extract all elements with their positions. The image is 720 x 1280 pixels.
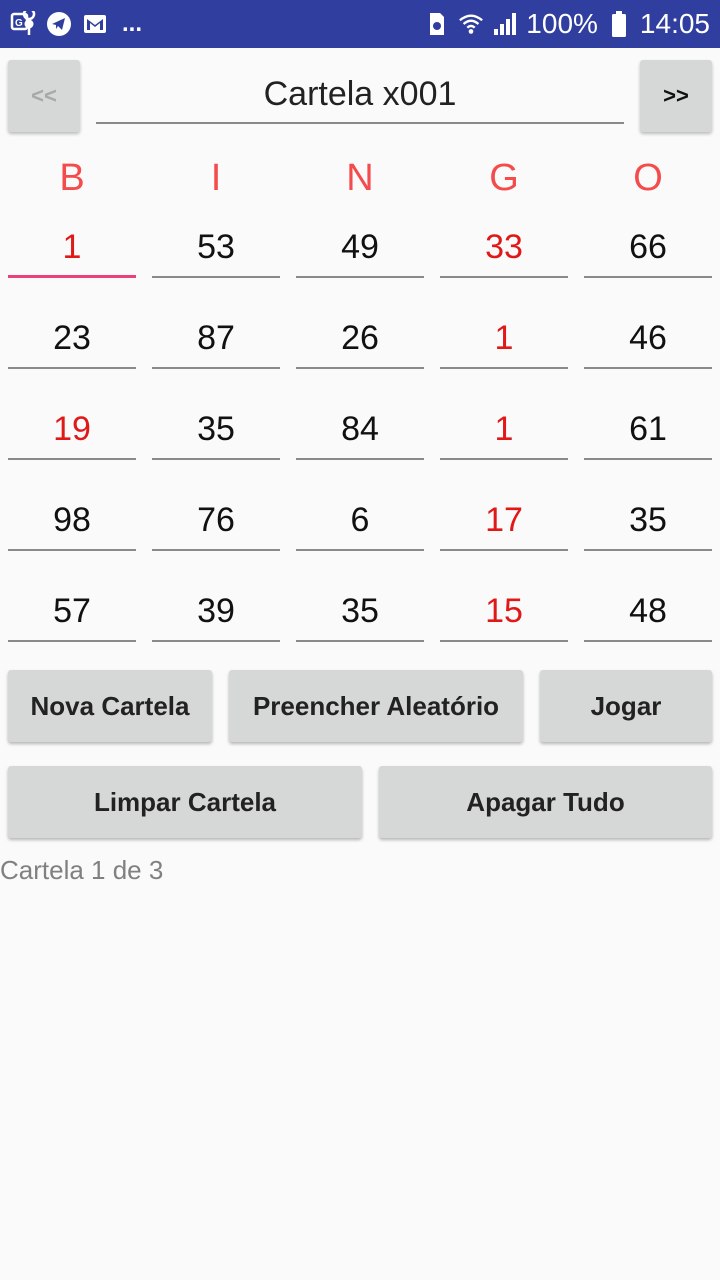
number-input[interactable]: 1 bbox=[440, 404, 568, 460]
next-card-button[interactable]: >> bbox=[640, 60, 712, 132]
number-input[interactable]: 53 bbox=[152, 222, 280, 278]
number-input[interactable]: 23 bbox=[8, 313, 136, 369]
number-input[interactable]: 1 bbox=[8, 222, 136, 278]
card-title-field[interactable]: Cartela x001 bbox=[96, 66, 624, 124]
number-input[interactable]: 48 bbox=[584, 586, 712, 642]
card-counter: Cartela 1 de 3 bbox=[0, 855, 164, 885]
number-input[interactable]: 87 bbox=[152, 313, 280, 369]
number-input[interactable]: 17 bbox=[440, 495, 568, 551]
signal-icon bbox=[492, 11, 518, 37]
number-input[interactable]: 61 bbox=[584, 404, 712, 460]
number-input[interactable]: 6 bbox=[296, 495, 424, 551]
number-input[interactable]: 35 bbox=[152, 404, 280, 460]
number-input[interactable]: 15 bbox=[440, 586, 568, 642]
storage-icon bbox=[424, 11, 450, 37]
notification-icons: G ... bbox=[10, 8, 142, 40]
number-input[interactable]: 1 bbox=[440, 313, 568, 369]
number-input[interactable]: 35 bbox=[296, 586, 424, 642]
number-input[interactable]: 46 bbox=[584, 313, 712, 369]
wifi-icon bbox=[458, 11, 484, 37]
number-input[interactable]: 35 bbox=[584, 495, 712, 551]
clear-card-button[interactable]: Limpar Cartela bbox=[8, 766, 362, 838]
new-card-button[interactable]: Nova Cartela bbox=[8, 670, 212, 742]
maps-location-icon: G bbox=[10, 11, 36, 37]
letter-g: G bbox=[489, 157, 519, 199]
svg-text:G: G bbox=[15, 18, 23, 29]
number-input[interactable]: 19 bbox=[8, 404, 136, 460]
number-input[interactable]: 39 bbox=[152, 586, 280, 642]
random-fill-button[interactable]: Preencher Aleatório bbox=[229, 670, 523, 742]
more-notifications: ... bbox=[122, 10, 143, 37]
gmail-icon bbox=[82, 11, 108, 37]
number-input[interactable]: 57 bbox=[8, 586, 136, 642]
letter-n: N bbox=[346, 157, 374, 199]
letter-i: I bbox=[210, 157, 222, 199]
number-input[interactable]: 49 bbox=[296, 222, 424, 278]
battery-icon bbox=[606, 11, 632, 37]
status-bar: G ... 100% 14:05 bbox=[0, 0, 720, 48]
letter-o: O bbox=[633, 157, 663, 199]
clock: 14:05 bbox=[639, 8, 710, 39]
number-input[interactable]: 84 bbox=[296, 404, 424, 460]
telegram-icon bbox=[46, 11, 72, 37]
number-input[interactable]: 66 bbox=[584, 222, 712, 278]
delete-all-button[interactable]: Apagar Tudo bbox=[379, 766, 712, 838]
battery-percentage: 100% bbox=[526, 8, 598, 39]
previous-card-button[interactable]: << bbox=[8, 60, 80, 132]
bingo-letters: B I N G O bbox=[0, 150, 720, 206]
number-input[interactable]: 26 bbox=[296, 313, 424, 369]
number-input[interactable]: 98 bbox=[8, 495, 136, 551]
number-input[interactable]: 33 bbox=[440, 222, 568, 278]
letter-b: B bbox=[59, 157, 85, 199]
number-input[interactable]: 76 bbox=[152, 495, 280, 551]
system-icons: 100% 14:05 bbox=[424, 8, 710, 40]
play-button[interactable]: Jogar bbox=[540, 670, 712, 742]
